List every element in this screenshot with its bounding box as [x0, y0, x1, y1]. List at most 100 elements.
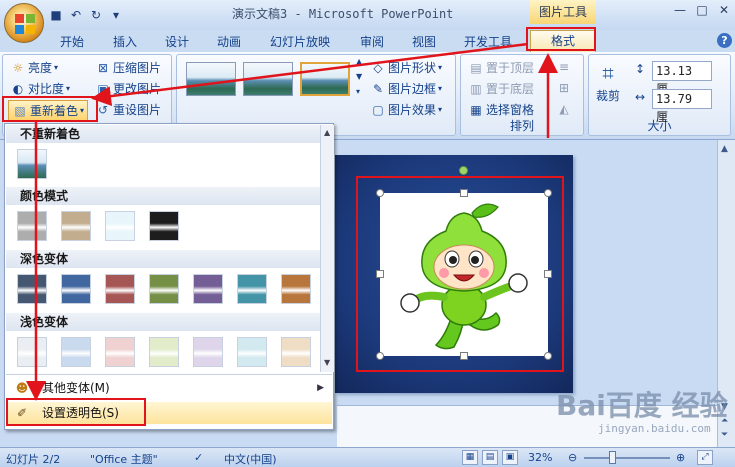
contrast-button[interactable]: ◐ 对比度 ▾ [10, 80, 70, 97]
resize-handle-top-left[interactable] [376, 189, 384, 197]
crop-icon: ⌗ [602, 61, 614, 85]
brightness-button[interactable]: ☼ 亮度 ▾ [10, 59, 58, 76]
slide-sorter-button[interactable]: ▤ [482, 450, 498, 465]
cartoon-picture[interactable] [380, 193, 548, 356]
height-icon: ↕ [634, 62, 646, 76]
light-variation-swatch[interactable] [237, 337, 267, 367]
dark-variation-swatch[interactable] [61, 274, 91, 304]
align-icon[interactable]: ≡ [556, 59, 572, 75]
group-icon[interactable]: ⊞ [556, 80, 572, 96]
next-slide-icon[interactable]: ⏷ [721, 430, 728, 440]
light-variation-swatch[interactable] [149, 337, 179, 367]
picture-style-3[interactable] [300, 62, 350, 96]
styles-more[interactable]: ▾ [356, 87, 360, 96]
undo-icon[interactable]: ↶ [68, 7, 84, 23]
zoom-level[interactable]: 32% [528, 451, 552, 464]
dropdown-scrollbar[interactable]: ▲ ▼ [320, 125, 334, 372]
dropdown-scroll-down-icon[interactable]: ▼ [324, 358, 330, 367]
resize-handle-bottom-right[interactable] [544, 352, 552, 360]
zoom-out-icon[interactable]: ⊖ [568, 451, 577, 464]
resize-handle-left[interactable] [376, 270, 384, 278]
zoom-slider[interactable] [584, 457, 670, 459]
tab-slideshow[interactable]: 幻灯片放映 [270, 33, 330, 50]
styles-scroll-down[interactable]: ▼ [356, 72, 362, 81]
send-to-back-button[interactable]: ▥ 置于底层 [468, 80, 534, 97]
color-mode-swatch[interactable] [149, 211, 179, 241]
resize-handle-top-right[interactable] [544, 189, 552, 197]
zoom-in-icon[interactable]: ⊕ [676, 451, 685, 464]
reset-picture-button[interactable]: ↺ 重设图片 [95, 101, 161, 118]
bring-front-icon: ▤ [470, 60, 482, 75]
set-transparent-color-item[interactable]: ✐ 设置透明色(S) [6, 402, 332, 424]
tab-view[interactable]: 视图 [412, 33, 436, 50]
picture-shape-button[interactable]: ◇ 图片形状 ▾ [370, 59, 442, 76]
dark-variation-swatch[interactable] [17, 274, 47, 304]
fit-to-window-button[interactable]: ⤢ [697, 450, 713, 465]
tab-review[interactable]: 审阅 [360, 33, 384, 50]
width-field[interactable]: 13.79 厘 [652, 89, 712, 124]
minimize-button[interactable]: — [669, 0, 691, 20]
color-mode-swatch[interactable] [17, 211, 47, 241]
picture-style-1[interactable] [186, 62, 236, 96]
more-variations-item[interactable]: ☻ 其他变体(M) ▶ [6, 377, 332, 399]
tab-home[interactable]: 开始 [60, 33, 84, 50]
save-icon[interactable]: ■ [48, 7, 64, 23]
tab-animations[interactable]: 动画 [217, 33, 241, 50]
spellcheck-icon[interactable]: ✓ [194, 451, 203, 464]
resize-handle-right[interactable] [544, 270, 552, 278]
swatch-no-recolor[interactable] [17, 149, 47, 179]
title-bar: ■ ↶ ↻ ▾ 演示文稿3 - Microsoft PowerPoint 图片工… [0, 0, 735, 30]
rotate-icon[interactable]: ◭ [556, 101, 572, 117]
light-variation-swatch[interactable] [17, 337, 47, 367]
pen-icon: ✎ [372, 81, 384, 96]
dark-variation-swatch[interactable] [105, 274, 135, 304]
zoom-slider-thumb[interactable] [608, 451, 616, 464]
change-picture-button[interactable]: ▣ 更改图片 [95, 80, 161, 97]
recolor-button[interactable]: ▧ 重新着色 ▾ [8, 100, 89, 121]
maximize-button[interactable]: □ [691, 0, 713, 20]
scroll-up-icon[interactable]: ▲ [721, 144, 728, 154]
light-variation-swatch[interactable] [193, 337, 223, 367]
crop-button[interactable]: ⌗ 裁剪 [594, 60, 622, 104]
picture-style-2[interactable] [243, 62, 293, 96]
slideshow-view-button[interactable]: ▣ [502, 450, 518, 465]
tab-insert[interactable]: 插入 [113, 33, 137, 50]
customize-icon[interactable]: ▾ [108, 7, 124, 23]
dark-variation-swatch[interactable] [149, 274, 179, 304]
office-button[interactable] [4, 3, 44, 43]
change-picture-icon: ▣ [97, 81, 109, 96]
picture-border-button[interactable]: ✎ 图片边框 ▾ [370, 80, 442, 97]
tab-format[interactable]: 格式 [530, 30, 596, 52]
styles-scroll-up[interactable]: ▲ [356, 57, 362, 66]
color-mode-swatch[interactable] [105, 211, 135, 241]
reset-picture-icon: ↺ [97, 102, 109, 117]
light-variation-swatch[interactable] [281, 337, 311, 367]
tab-design[interactable]: 设计 [165, 33, 189, 50]
sun-icon: ☼ [12, 60, 24, 75]
selection-pane-button[interactable]: ▦ 选择窗格 [468, 101, 534, 118]
close-button[interactable]: ✕ [713, 0, 735, 20]
bring-to-front-button[interactable]: ▤ 置于顶层 [468, 59, 534, 76]
resize-handle-bottom[interactable] [460, 352, 468, 360]
dropdown-scroll-up-icon[interactable]: ▲ [324, 128, 330, 137]
help-icon[interactable]: ? [717, 33, 732, 48]
picture-effects-button[interactable]: ▢ 图片效果 ▾ [370, 101, 442, 118]
dark-variation-swatch[interactable] [281, 274, 311, 304]
ribbon-tabs: 开始 插入 设计 动画 幻灯片放映 审阅 视图 开发工具 [0, 30, 735, 52]
color-mode-swatch[interactable] [61, 211, 91, 241]
dark-variation-swatch[interactable] [237, 274, 267, 304]
redo-icon[interactable]: ↻ [88, 7, 104, 23]
light-variation-swatch[interactable] [105, 337, 135, 367]
window-controls: — □ ✕ [669, 0, 735, 20]
dark-variations-header: 深色变体 [6, 250, 332, 268]
tab-developer[interactable]: 开发工具 [464, 33, 512, 50]
resize-handle-top[interactable] [460, 189, 468, 197]
dark-variation-swatch[interactable] [193, 274, 223, 304]
compress-pictures-button[interactable]: ⊠ 压缩图片 [95, 59, 161, 76]
resize-handle-bottom-left[interactable] [376, 352, 384, 360]
recolor-icon: ▧ [14, 103, 26, 118]
rotate-handle[interactable] [459, 166, 468, 175]
height-field[interactable]: 13.13 厘 [652, 61, 712, 96]
normal-view-button[interactable]: ▦ [462, 450, 478, 465]
light-variation-swatch[interactable] [61, 337, 91, 367]
